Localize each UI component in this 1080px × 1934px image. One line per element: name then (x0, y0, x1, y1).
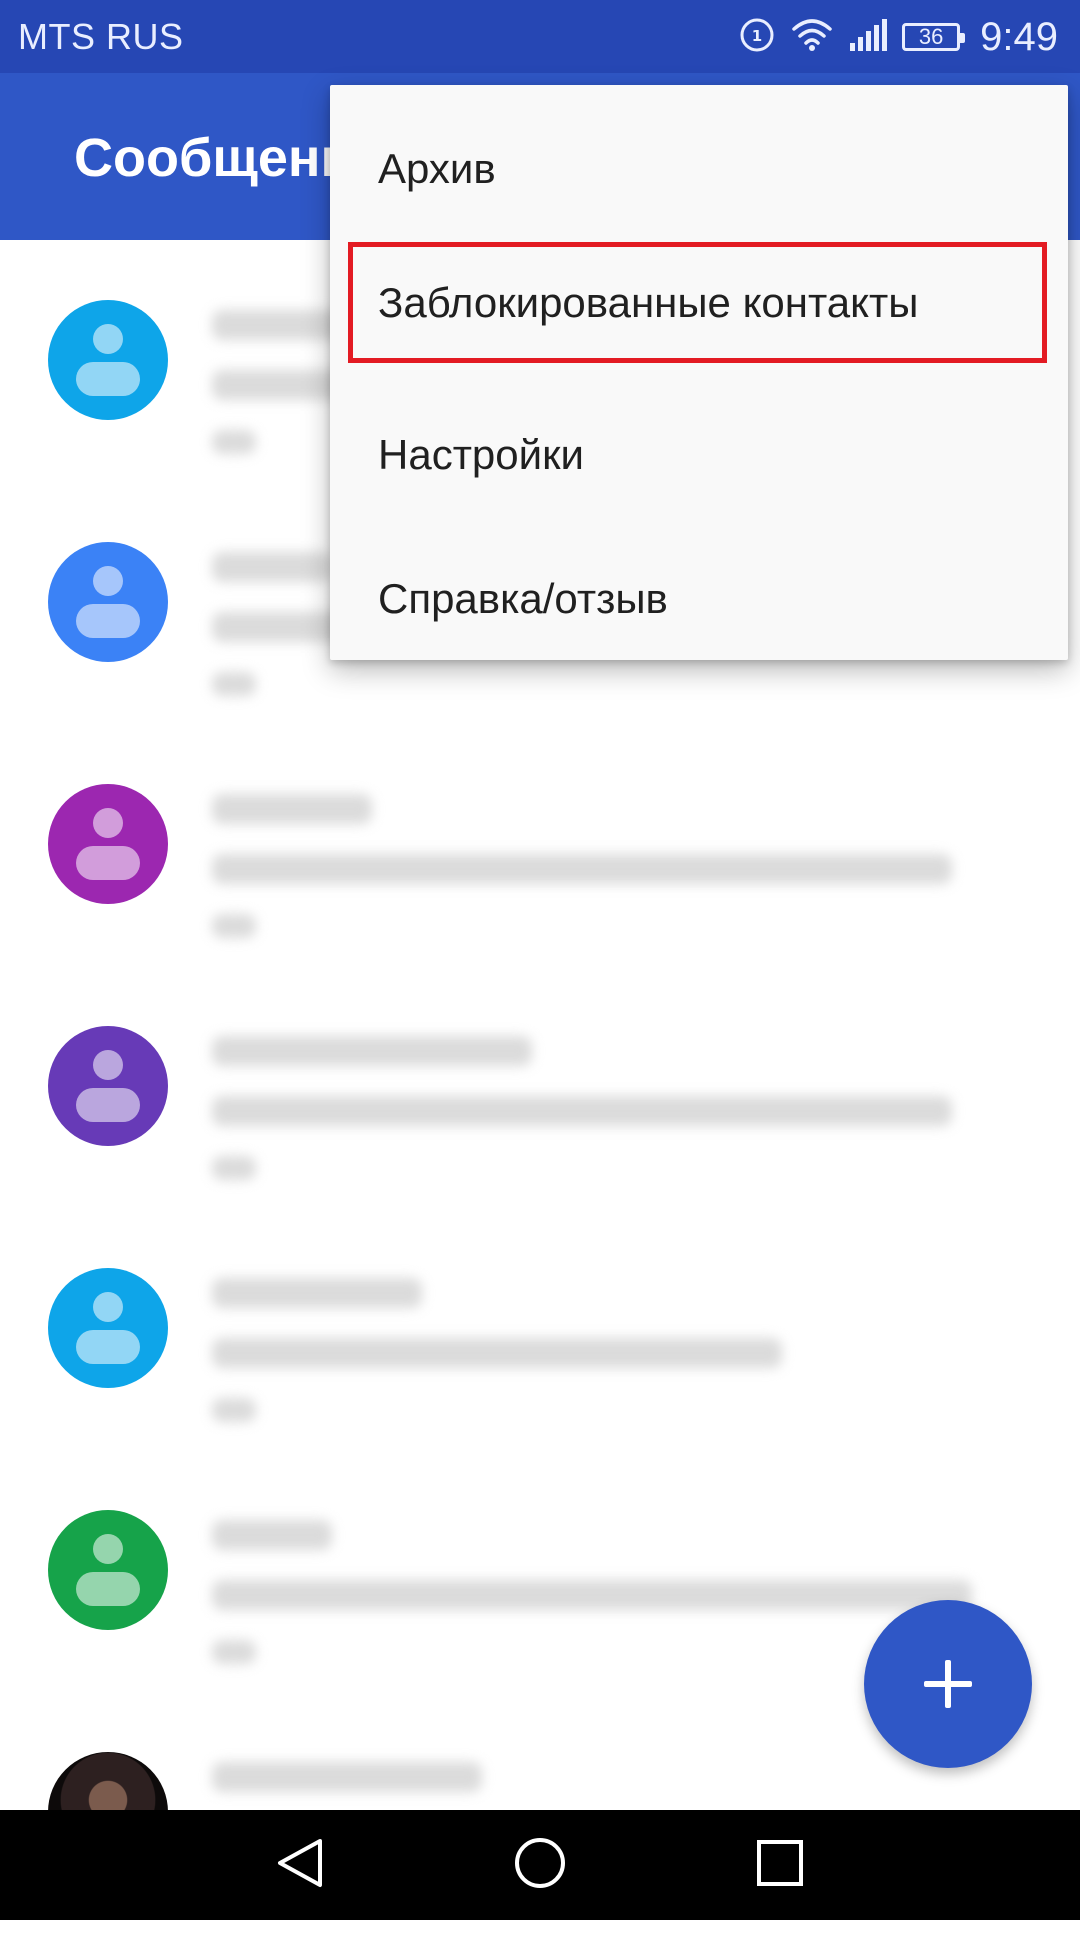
conversation-time (212, 1398, 256, 1422)
battery-icon: 36 (902, 23, 966, 51)
recents-button[interactable] (740, 1830, 820, 1900)
conversation-time (212, 430, 256, 454)
menu-item-label: Справка/отзыв (378, 575, 668, 622)
conversation-title (212, 1278, 422, 1308)
highlight-annotation (348, 242, 1047, 363)
conversation-title (212, 310, 342, 340)
conversation-item[interactable] (0, 1208, 1080, 1450)
back-icon (274, 1835, 326, 1896)
conversation-title (212, 1762, 482, 1792)
home-icon (512, 1835, 568, 1896)
recents-icon (754, 1837, 806, 1894)
avatar (48, 784, 168, 904)
data-saver-icon: 1 (738, 16, 776, 59)
avatar (48, 1268, 168, 1388)
plus-icon (924, 1660, 972, 1708)
avatar (48, 542, 168, 662)
status-bar: MTS RUS 1 36 9:49 (0, 0, 1080, 73)
wifi-icon (790, 17, 834, 58)
menu-item-archive[interactable]: Архив (330, 97, 1068, 241)
signal-icon (848, 17, 888, 58)
status-icons: 1 36 9:49 (738, 10, 1058, 64)
navigation-bar (0, 1810, 1080, 1920)
conversation-snippet (212, 1580, 972, 1610)
conversation-time (212, 672, 256, 696)
new-message-button[interactable] (864, 1600, 1032, 1768)
menu-item-settings[interactable]: Настройки (330, 383, 1068, 527)
conversation-time (212, 1156, 256, 1180)
conversation-title (212, 1520, 332, 1550)
conversation-time (212, 914, 256, 938)
overflow-menu: Архив Заблокированные контакты Настройки… (330, 85, 1068, 660)
carrier-label: MTS RUS (18, 16, 184, 57)
menu-item-label: Архив (378, 145, 496, 192)
conversation-title (212, 1036, 532, 1066)
menu-item-label: Настройки (378, 431, 584, 478)
menu-item-help-feedback[interactable]: Справка/отзыв (330, 527, 1068, 671)
clock: 9:49 (980, 14, 1058, 59)
avatar (48, 1026, 168, 1146)
back-button[interactable] (260, 1830, 340, 1900)
conversation-snippet (212, 1096, 952, 1126)
conversation-snippet (212, 1338, 782, 1368)
avatar (48, 1510, 168, 1630)
home-button[interactable] (500, 1830, 580, 1900)
conversation-item[interactable] (0, 966, 1080, 1208)
conversation-title (212, 552, 332, 582)
conversation-snippet (212, 854, 952, 884)
conversation-time (212, 1640, 256, 1664)
avatar (48, 300, 168, 420)
conversation-item[interactable] (0, 724, 1080, 966)
conversation-title (212, 794, 372, 824)
svg-text:1: 1 (752, 27, 762, 45)
